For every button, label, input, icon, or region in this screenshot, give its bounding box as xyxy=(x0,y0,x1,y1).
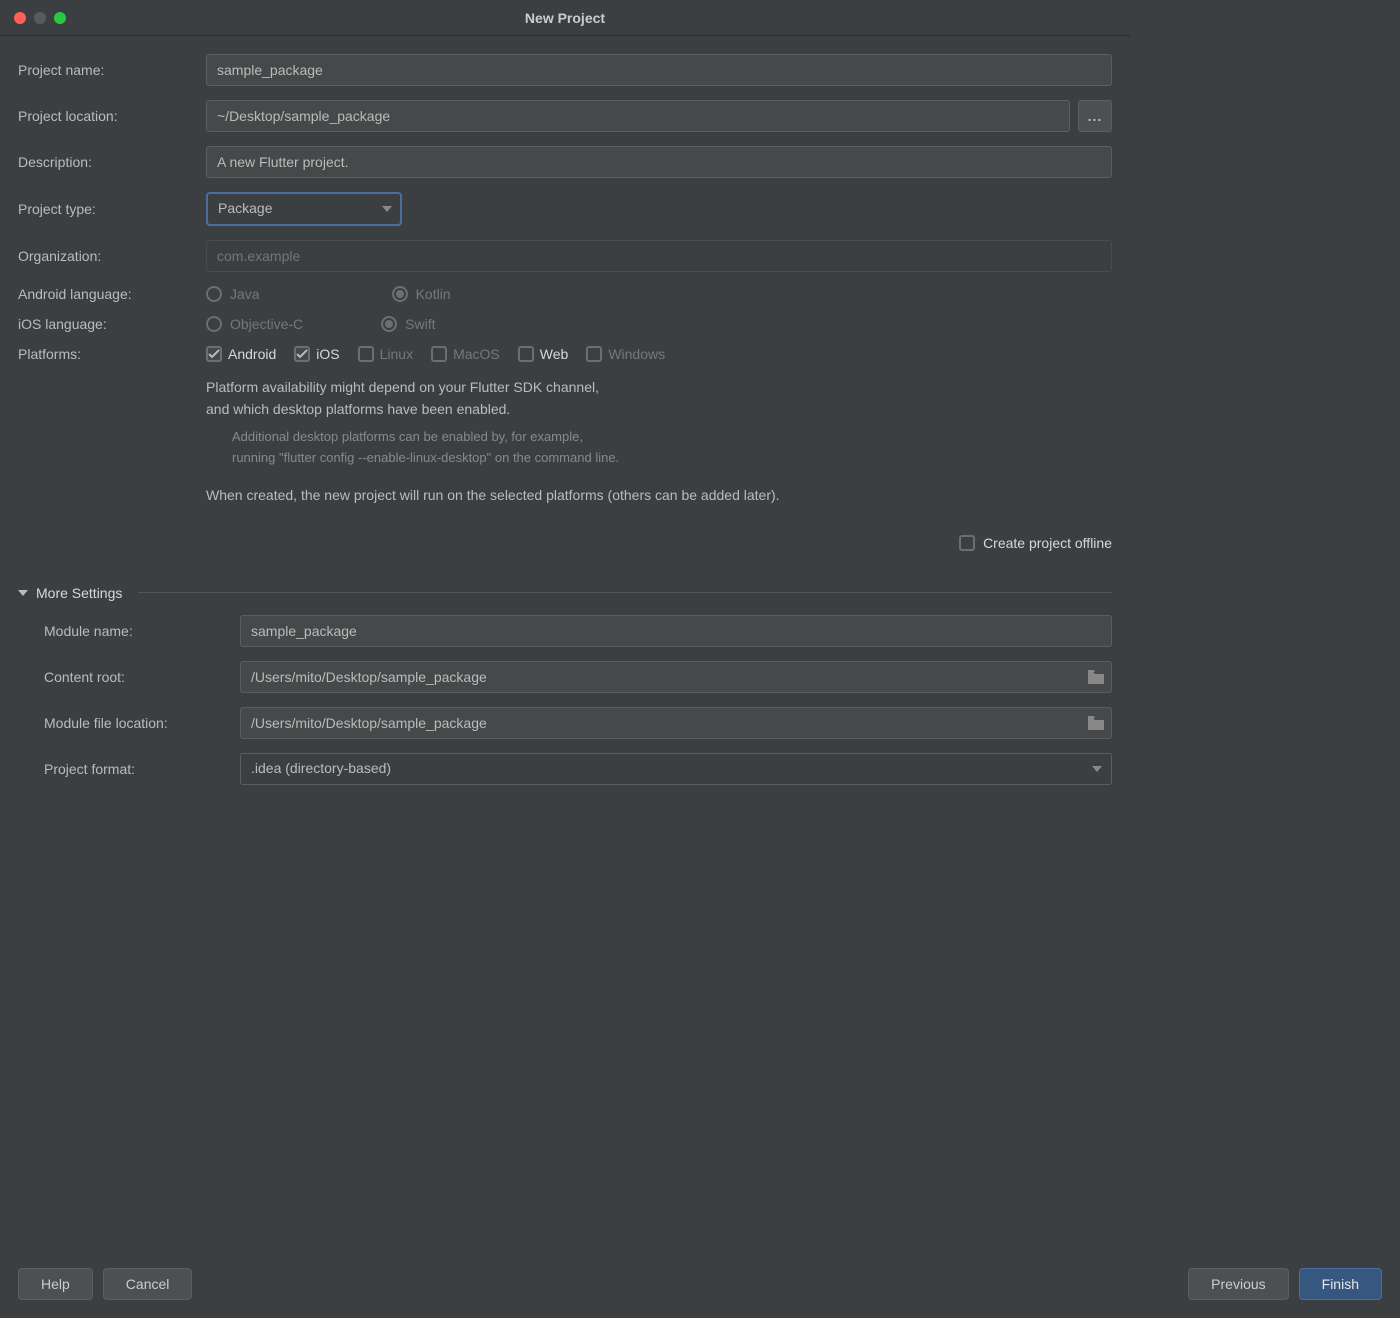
module-file-location-input[interactable] xyxy=(240,707,1112,739)
android-language-label: Android language: xyxy=(18,286,198,302)
close-window-button[interactable] xyxy=(14,12,26,24)
platform-macos-checkbox: MacOS xyxy=(431,346,500,362)
create-offline-label: Create project offline xyxy=(983,535,1112,551)
cancel-button[interactable]: Cancel xyxy=(103,1268,193,1300)
project-location-input[interactable] xyxy=(206,100,1070,132)
platform-label: MacOS xyxy=(453,346,500,362)
project-name-input[interactable] xyxy=(206,54,1112,86)
checkbox-icon xyxy=(358,346,374,362)
platform-web-checkbox: Web xyxy=(518,346,569,362)
more-settings-toggle[interactable]: More Settings xyxy=(18,585,1112,601)
content-root-input[interactable] xyxy=(240,661,1112,693)
info-subtext: running "flutter config --enable-linux-d… xyxy=(232,448,1112,469)
platform-label: Android xyxy=(228,346,276,362)
more-settings-label: More Settings xyxy=(36,585,122,601)
project-type-label: Project type: xyxy=(18,201,198,217)
ios-lang-swift-radio: Swift xyxy=(381,316,435,332)
info-text: Platform availability might depend on yo… xyxy=(206,376,1112,398)
titlebar: New Project xyxy=(0,0,1130,36)
platform-android-checkbox: Android xyxy=(206,346,276,362)
browse-location-button[interactable]: ... xyxy=(1078,100,1112,132)
radio-icon xyxy=(206,286,222,302)
platforms-label: Platforms: xyxy=(18,346,198,362)
project-location-label: Project location: xyxy=(18,108,198,124)
module-name-label: Module name: xyxy=(18,623,232,639)
platform-windows-checkbox: Windows xyxy=(586,346,665,362)
help-button[interactable]: Help xyxy=(18,1268,93,1300)
info-text: and which desktop platforms have been en… xyxy=(206,398,1112,420)
module-file-location-label: Module file location: xyxy=(18,715,232,731)
radio-checked-icon xyxy=(381,316,397,332)
traffic-lights xyxy=(14,12,66,24)
ios-language-label: iOS language: xyxy=(18,316,198,332)
description-input[interactable] xyxy=(206,146,1112,178)
checkbox-icon xyxy=(586,346,602,362)
project-format-select[interactable]: .idea (directory-based) xyxy=(240,753,1112,785)
organization-input xyxy=(206,240,1112,272)
platform-label: Windows xyxy=(608,346,665,362)
previous-button[interactable]: Previous xyxy=(1188,1268,1288,1300)
maximize-window-button[interactable] xyxy=(54,12,66,24)
radio-icon xyxy=(206,316,222,332)
platform-label: iOS xyxy=(316,346,339,362)
platform-linux-checkbox: Linux xyxy=(358,346,413,362)
description-label: Description: xyxy=(18,154,198,170)
folder-icon[interactable] xyxy=(1088,670,1104,684)
radio-checked-icon xyxy=(392,286,408,302)
platform-label: Web xyxy=(540,346,569,362)
android-lang-java-radio: Java xyxy=(206,286,260,302)
chevron-down-icon xyxy=(18,590,28,596)
folder-icon[interactable] xyxy=(1088,716,1104,730)
organization-label: Organization: xyxy=(18,248,198,264)
project-type-select[interactable]: Package xyxy=(206,192,402,226)
minimize-window-button[interactable] xyxy=(34,12,46,24)
info-text: When created, the new project will run o… xyxy=(206,484,1112,506)
checkbox-icon xyxy=(431,346,447,362)
platform-ios-checkbox: iOS xyxy=(294,346,339,362)
finish-button[interactable]: Finish xyxy=(1299,1268,1382,1300)
checkbox-icon xyxy=(294,346,310,362)
module-name-input[interactable] xyxy=(240,615,1112,647)
project-format-label: Project format: xyxy=(18,761,232,777)
android-lang-kotlin-radio: Kotlin xyxy=(392,286,451,302)
checkbox-icon xyxy=(206,346,222,362)
info-subtext: Additional desktop platforms can be enab… xyxy=(232,427,1112,448)
project-name-label: Project name: xyxy=(18,62,198,78)
window-title: New Project xyxy=(525,10,605,26)
content-root-label: Content root: xyxy=(18,669,232,685)
ios-lang-objc-radio: Objective-C xyxy=(206,316,303,332)
platform-label: Linux xyxy=(380,346,413,362)
create-offline-checkbox[interactable] xyxy=(959,535,975,551)
checkbox-icon xyxy=(518,346,534,362)
